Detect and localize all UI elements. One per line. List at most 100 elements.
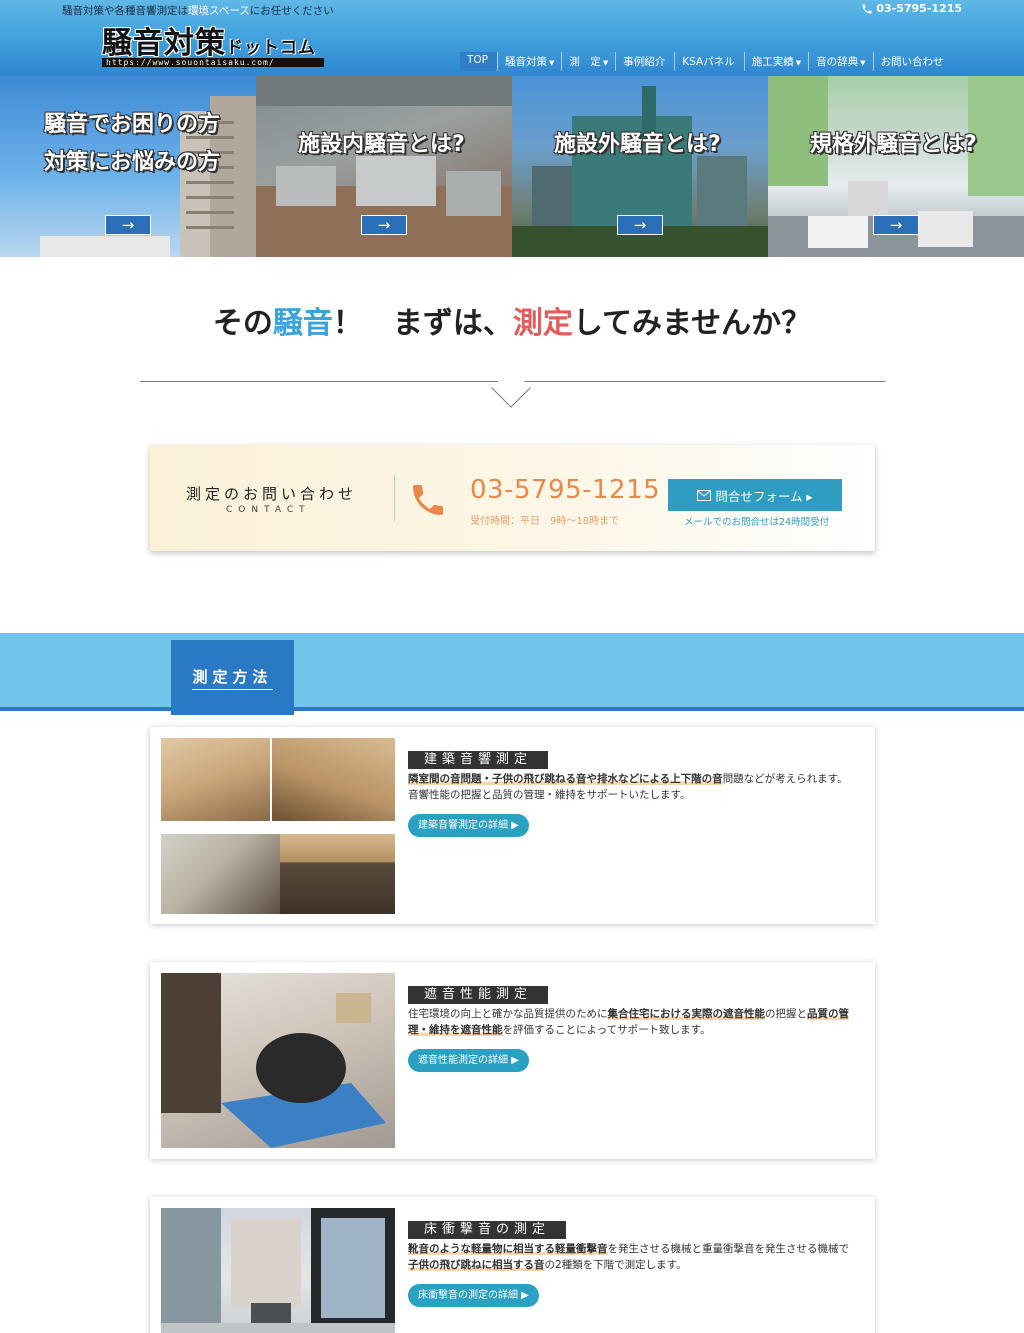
nav-label: 測 定: [569, 56, 601, 68]
mail-icon: [697, 489, 712, 501]
speaker-on-mat-illustration: [161, 973, 386, 1148]
logo-url: https://www.souontaisaku.com/: [102, 58, 324, 67]
header-phone-number: 03-5795-1215: [876, 2, 962, 15]
contact-form-note: メールでのお問合せは24時間受付: [684, 517, 830, 528]
hero-label: 規格外騒音とは?: [810, 132, 977, 157]
arrow-right-icon: →: [889, 216, 903, 234]
logo-main-text: 騒音対策: [102, 26, 226, 61]
contact-hours: 受付時間：平日 9時〜18時まで: [470, 516, 620, 527]
nav-item-works[interactable]: 施工実績 ▼: [743, 52, 808, 71]
desc-text: 音響性能の把握と品質の管理・維持をサポートいたします。: [408, 789, 691, 801]
main-nav: TOP 騒音対策 ▼ 測 定 ▼ 事例紹介 KSAパネル 施工実績 ▼ 音の辞典 ▼ お…: [460, 52, 953, 71]
nav-label: TOP: [467, 54, 489, 66]
logo-sub-text: ドットコム: [226, 38, 316, 58]
nav-label: 音の辞典: [816, 56, 859, 68]
tagline-highlight: 環境スペース: [188, 5, 250, 17]
measurement-card-architectural: 建築音響測定 隣室間の音問題・子供の飛び跳ねる音や排水などによる上下階の音問題な…: [150, 727, 875, 924]
nav-item-contact[interactable]: お問い合わせ: [872, 52, 953, 71]
section-band: [0, 633, 1024, 707]
tagline-text-end: にお任せください: [249, 5, 334, 17]
hero-arrow-button[interactable]: →: [617, 215, 663, 235]
desc-emphasis: 隣室間の音問題・子供の飛び跳ねる音や排水などによる上下階の音: [408, 773, 723, 785]
arrow-right-icon: →: [377, 216, 391, 234]
contact-form-button[interactable]: 問合せフォーム ▸: [668, 479, 842, 511]
contact-box: 測定のお問い合わせ CONTACT 03-5795-1215 受付時間：平日 9…: [150, 445, 875, 551]
desc-text: 問題などが考えられます。: [722, 773, 848, 785]
card-photo: [161, 834, 280, 914]
divider-notch: [491, 368, 531, 408]
nav-label: 事例紹介: [623, 56, 666, 68]
tagline-noise: 騒音: [272, 306, 333, 341]
section-title-tab: 測定方法: [171, 640, 294, 715]
tagline-measure: 測定: [512, 306, 573, 341]
tagline-part: その: [212, 306, 273, 341]
desc-text: の2種類を下階で測定します。: [544, 1259, 687, 1271]
room-with-tapping-machine-illustration: [161, 1208, 395, 1333]
phone-icon: [413, 485, 443, 515]
nav-label: お問い合わせ: [880, 56, 944, 68]
section-underline: [0, 707, 1024, 711]
desc-text: 住宅環境の向上と確かな品質提供のために: [408, 1008, 608, 1020]
card-heading: 床衝撃音の測定: [408, 1221, 567, 1239]
arrow-right-icon: →: [121, 216, 135, 234]
card-description: 靴音のような軽量物に相当する軽量衝撃音を発生させる機械と重量衝撃音を発生させる機…: [408, 1241, 856, 1273]
chevron-down-icon: ▼: [549, 59, 555, 67]
chevron-down-icon: ▼: [602, 59, 609, 67]
nav-item-noise-control[interactable]: 騒音対策 ▼: [497, 52, 561, 71]
detail-button[interactable]: 床衝撃音の測定の詳細 ▶: [408, 1284, 539, 1307]
section-title: 測定方法: [192, 666, 273, 690]
desc-emphasis: 靴音のような軽量物に相当する軽量衝撃音: [408, 1243, 608, 1255]
detail-button[interactable]: 建築音響測定の詳細 ▶: [408, 814, 529, 837]
nav-item-measurement[interactable]: 測 定 ▼: [561, 52, 615, 71]
card-photo: [161, 973, 395, 1148]
card-description: 住宅環境の向上と確かな品質提供のために集合住宅における実際の遮音性能の把握と品質…: [408, 1006, 856, 1038]
measurement-card-floor-impact: 床衝撃音の測定 靴音のような軽量物に相当する軽量衝撃音を発生させる機械と重量衝撃…: [150, 1197, 875, 1333]
nav-label: KSAパネル: [682, 56, 735, 68]
desc-emphasis: 子供の飛び跳ねに相当する音: [408, 1259, 545, 1271]
card-heading: 建築音響測定: [408, 751, 549, 769]
hero-label: 施設外騒音とは?: [554, 132, 721, 157]
desc-text: を評価することによってサポート致します。: [502, 1024, 711, 1036]
contact-title: 測定のお問い合わせ: [186, 485, 358, 503]
card-description: 隣室間の音問題・子供の飛び跳ねる音や排水などによる上下階の音問題などが考えられま…: [408, 771, 856, 803]
hero-panel-indoor-noise[interactable]: 施設内騒音とは? →: [256, 76, 512, 257]
hero-arrow-button[interactable]: →: [361, 215, 407, 235]
detail-button[interactable]: 遮音性能測定の詳細 ▶: [408, 1049, 529, 1072]
contact-phone-number[interactable]: 03-5795-1215: [470, 475, 660, 505]
hero-label-line1: 騒音でお困りの方: [44, 112, 221, 137]
hero-panel-nonstandard-noise[interactable]: 規格外騒音とは? →: [768, 76, 1024, 257]
nav-label: 施工実績: [751, 56, 794, 68]
hero-arrow-button[interactable]: →: [873, 215, 919, 235]
card-photo: [161, 1208, 395, 1333]
hero-banners: 騒音でお困りの方 対策にお悩みの方 → 施設内騒音とは? → 施設外騒音とは? …: [0, 76, 1024, 257]
card-photo: [272, 738, 395, 821]
contact-subtitle: CONTACT: [226, 505, 311, 515]
header-phone-link[interactable]: 03-5795-1215: [861, 2, 962, 15]
card-heading: 遮音性能測定: [408, 986, 549, 1004]
hero-panel-outdoor-noise[interactable]: 施設外騒音とは? →: [512, 76, 768, 257]
chevron-down-icon: ▼: [860, 59, 866, 67]
site-header: 騒音対策や各種音響測定は環境スペースにお任せください 03-5795-1215 …: [0, 0, 1024, 76]
nav-item-top[interactable]: TOP: [460, 52, 498, 71]
contact-separator: [394, 475, 395, 521]
hero-arrow-button[interactable]: →: [105, 215, 151, 235]
nav-item-cases[interactable]: 事例紹介: [615, 52, 674, 71]
phone-icon: [862, 4, 872, 13]
nav-item-ksa-panel[interactable]: KSAパネル: [674, 52, 743, 71]
tagline-part: ！ まずは、: [332, 306, 513, 341]
hero-label: 施設内騒音とは?: [298, 132, 465, 157]
desc-emphasis: 集合住宅における実際の遮音性能: [607, 1008, 765, 1020]
measurement-card-sound-insulation: 遮音性能測定 住宅環境の向上と確かな品質提供のために集合住宅における実際の遮音性…: [150, 962, 875, 1159]
nav-label: 騒音対策: [505, 56, 548, 68]
tagline-part: してみませんか？: [572, 306, 812, 341]
nav-item-dictionary[interactable]: 音の辞典 ▼: [808, 52, 872, 71]
desc-text: を発生させる機械と重量衝撃音を発生させる機械で: [607, 1243, 850, 1255]
chevron-down-icon: ▼: [795, 59, 802, 67]
hero-label-line2: 対策にお悩みの方: [44, 150, 221, 175]
card-photo: [280, 834, 395, 914]
site-logo[interactable]: 騒音対策ドットコム https://www.souontaisaku.com/: [102, 18, 324, 67]
arrow-right-icon: →: [633, 216, 647, 234]
hero-panel-troubled[interactable]: 騒音でお困りの方 対策にお悩みの方 →: [0, 76, 256, 257]
tagline-text: 騒音対策や各種音響測定は: [62, 5, 188, 17]
contact-form-label: 問合せフォーム ▸: [715, 488, 813, 504]
